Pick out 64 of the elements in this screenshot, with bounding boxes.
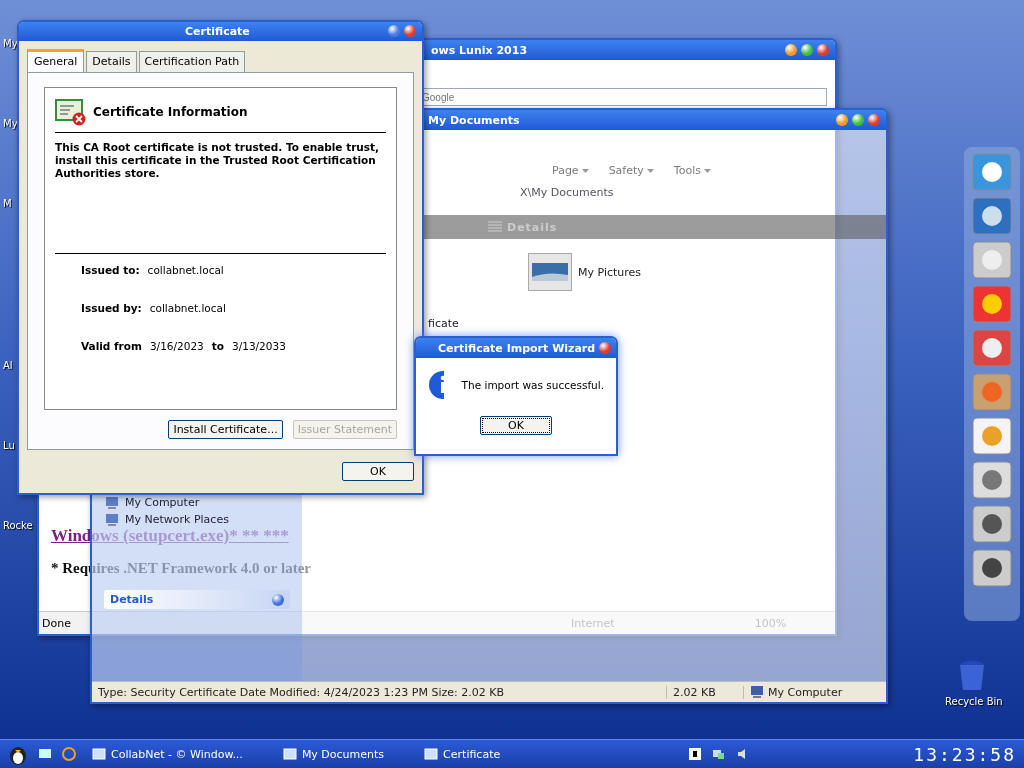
desktop-icon-label[interactable]: M — [0, 198, 12, 209]
ok-button[interactable]: OK — [480, 416, 552, 435]
window-title: My Documents — [428, 113, 520, 127]
places-link[interactable]: My Computer — [104, 496, 200, 509]
trust-message: This CA Root certificate is not trusted. To enable trust, install this certificate in the Trusted Root Certification Authorities store. — [55, 140, 386, 254]
network-icon[interactable] — [711, 747, 726, 761]
command-menu[interactable]: Safety — [608, 164, 654, 177]
window-icon — [282, 747, 297, 761]
dialog-tab[interactable]: Certification Path — [138, 50, 246, 72]
close-button[interactable] — [868, 114, 880, 126]
computer-icon — [104, 496, 120, 509]
computer-icon — [104, 513, 120, 526]
status-size: 2.02 KB — [666, 685, 743, 699]
dialog-title: Certificate Import Wizard — [438, 341, 596, 355]
caret-icon — [581, 168, 589, 173]
field-value: collabnet.local — [147, 263, 224, 276]
window-title: ows Lunix 2013 — [431, 43, 528, 57]
success-message: The import was successful. — [461, 379, 604, 391]
command-menu[interactable]: Page — [552, 164, 589, 177]
help-button[interactable] — [388, 25, 400, 38]
dialog-button[interactable]: Install Certificate... — [168, 420, 283, 439]
status-location: My Computer — [743, 685, 886, 699]
desktop-icon-label[interactable]: Al — [0, 360, 13, 371]
desktop-icon-label[interactable]: Rocke — [0, 520, 33, 531]
close-button[interactable] — [599, 342, 612, 354]
field-label: to — [211, 339, 224, 352]
minimize-button[interactable] — [785, 44, 797, 56]
maximize-button[interactable] — [801, 44, 813, 56]
caret-icon — [703, 168, 711, 173]
desktop-icon-label[interactable]: Lu — [0, 440, 15, 451]
taskbar-button[interactable]: Certificate — [418, 745, 507, 763]
valid-to-date: 3/13/2033 — [232, 339, 286, 352]
dialog-tab[interactable]: General — [27, 48, 85, 72]
window-icon — [424, 747, 439, 761]
dialog-tab[interactable]: Details — [86, 50, 137, 72]
field-value: collabnet.local — [149, 301, 226, 314]
desktop-icon-label[interactable]: My — [0, 118, 18, 129]
ok-button[interactable]: OK — [342, 462, 414, 481]
picture-thumbnail-icon — [528, 253, 572, 291]
certificate-error-icon — [55, 97, 87, 126]
computer-icon — [750, 686, 764, 698]
dialog-title: Certificate — [185, 24, 250, 38]
command-menu[interactable]: Tools — [673, 164, 711, 177]
window-icon — [92, 747, 106, 761]
valid-from-date: 3/16/2023 — [149, 339, 204, 352]
file-item[interactable]: My Pictures — [528, 253, 642, 291]
details-panel-header[interactable]: Details — [104, 590, 290, 609]
status-text: Type: Security Certificate Date Modified: 4/24/2023 1:23 PM Size: 2.02 KB — [97, 685, 505, 699]
caret-icon — [646, 168, 654, 173]
taskbar-button[interactable]: CollabNet - © Window... — [86, 745, 249, 763]
field-label: Issued by: — [81, 301, 142, 314]
section-heading: Certificate Information — [93, 104, 248, 119]
places-link[interactable]: My Network Places — [104, 513, 229, 526]
close-button[interactable] — [817, 44, 829, 56]
field-label: Issued to: — [81, 263, 140, 276]
status-text: Done — [42, 616, 71, 630]
maximize-button[interactable] — [852, 114, 864, 126]
field-label: Valid from — [81, 339, 142, 352]
taskbar-button[interactable]: My Documents — [276, 745, 391, 763]
file-item[interactable]: ficate — [428, 317, 459, 330]
close-button[interactable] — [404, 25, 416, 38]
clock: 13:23:58 — [913, 743, 1016, 765]
minimize-button[interactable] — [836, 114, 848, 126]
list-icon — [488, 221, 502, 233]
